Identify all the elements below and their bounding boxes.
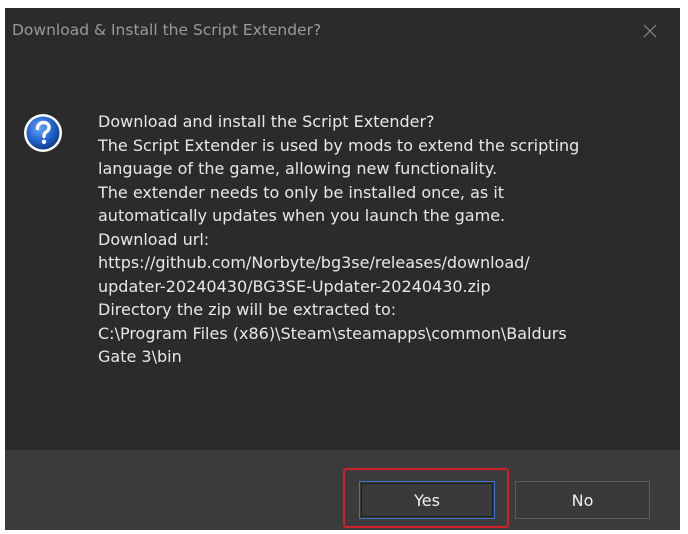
install-path-line: Gate 3\bin [98,347,182,366]
yes-button[interactable]: Yes [359,481,495,519]
message-line: The Script Extender is used by mods to e… [98,135,580,155]
question-icon [24,114,62,152]
message-line: Download url: [98,229,210,249]
message-line: The extender needs to only be installed … [98,182,505,202]
no-button[interactable]: No [515,481,650,519]
message-line: language of the game, allowing new funct… [98,159,498,178]
install-path-line: C:\Program Files (x86)\Steam\steamapps\c… [98,323,567,343]
title-bar: Download & Install the Script Extender? [5,8,680,58]
close-icon [643,24,657,37]
dialog-title: Download & Install the Script Extender? [12,21,322,39]
message-line: automatically updates when you launch th… [98,206,506,225]
dialog-content: Download and install the Script Extender… [5,58,680,450]
dialog-message: Download and install the Script Extender… [98,110,658,369]
dialog-window: Download & Install the Script Extender? … [5,8,680,530]
close-button[interactable] [620,8,680,53]
message-line: Directory the zip will be extracted to: [98,300,397,319]
message-line: Download and install the Script Extender… [98,112,435,131]
button-bar: Yes No [5,450,680,530]
download-url-line: https://github.com/Norbyte/bg3se/release… [98,253,530,272]
download-url-line: updater-20240430/BG3SE-Updater-20240430.… [98,276,491,296]
